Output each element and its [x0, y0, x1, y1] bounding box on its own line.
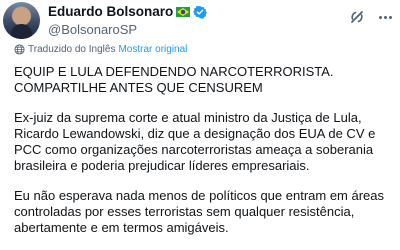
more-icon-dot: [388, 15, 392, 19]
tweet-paragraph: Ex-juiz da suprema corte e atual ministr…: [14, 110, 376, 173]
author-name[interactable]: Eduardo Bolsonaro: [48, 4, 173, 19]
more-options-button[interactable]: [376, 9, 394, 25]
translation-label: Traduzido do Inglês: [28, 44, 116, 55]
author-handle[interactable]: @BolsonaroSP: [48, 22, 137, 37]
translation-notice: Traduzido do Inglês Mostrar original: [14, 44, 187, 55]
tweet-body: EQUIP E LULA DEFENDENDO NARCOTERRORISTA.…: [14, 64, 396, 250]
grok-icon[interactable]: [349, 9, 365, 25]
author-row: Eduardo Bolsonaro: [48, 4, 208, 19]
more-icon-dot: [378, 15, 382, 19]
verified-badge-icon: [193, 5, 208, 19]
avatar[interactable]: [3, 2, 40, 39]
tweet-paragraph: EQUIP E LULA DEFENDENDO NARCOTERRORISTA.…: [14, 64, 334, 95]
more-icon-dot: [383, 15, 387, 19]
tweet-paragraph: Eu não esperava nada menos de políticos …: [14, 188, 385, 235]
brazil-flag-icon: [176, 6, 191, 17]
globe-icon: [14, 44, 25, 55]
show-original-link[interactable]: Mostrar original: [118, 44, 187, 55]
